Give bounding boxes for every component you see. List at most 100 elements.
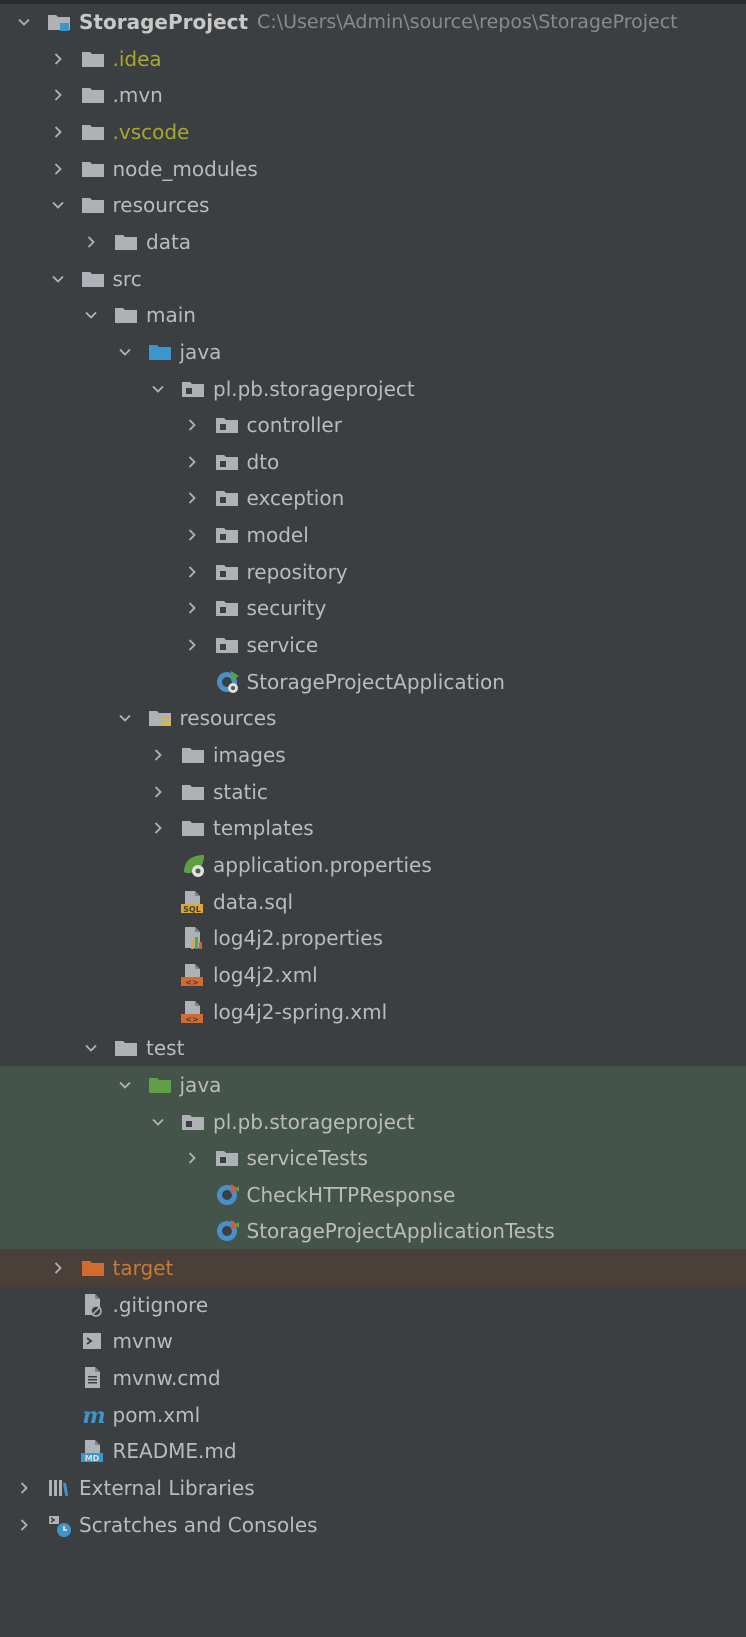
tree-node-log4j2-xml[interactable]: <> log4j2.xml xyxy=(0,956,746,994)
chevron-right-icon[interactable] xyxy=(185,626,199,664)
tree-node-mvnw[interactable]: mvnw xyxy=(0,1322,746,1360)
chevron-right-icon[interactable] xyxy=(51,113,65,151)
tree-node-pl-pb-storageproject[interactable]: pl.pb.storageproject xyxy=(0,370,746,408)
chevron-down-icon[interactable] xyxy=(17,3,31,41)
chevron-down-icon[interactable] xyxy=(118,1066,132,1104)
chevron-right-icon[interactable] xyxy=(151,736,165,774)
tree-node-label: main xyxy=(146,303,196,328)
tree-node-mvn[interactable]: .mvn xyxy=(0,76,746,114)
tree-node-label: README.md xyxy=(112,1439,237,1464)
tree-node-mvnw-cmd[interactable]: mvnw.cmd xyxy=(0,1359,746,1397)
svg-text:SQL: SQL xyxy=(183,905,201,914)
tree-node-label: Scratches and Consoles xyxy=(79,1512,318,1537)
tree-node-exception[interactable]: exception xyxy=(0,479,746,517)
package-icon xyxy=(215,406,241,444)
tree-node-label: .mvn xyxy=(112,83,163,108)
svg-text:MD: MD xyxy=(84,1454,99,1463)
tree-node-test[interactable]: test xyxy=(0,1029,746,1067)
chevron-right-icon[interactable] xyxy=(151,773,165,811)
chevron-right-icon[interactable] xyxy=(151,809,165,847)
tree-node-label: CheckHTTPResponse xyxy=(246,1182,456,1207)
test-class-icon xyxy=(215,1212,241,1250)
tree-node-application-properties[interactable]: application.properties xyxy=(0,846,746,884)
tree-node-label: pom.xml xyxy=(112,1402,201,1427)
test-source-folder-icon xyxy=(148,1066,174,1104)
chevron-right-icon[interactable] xyxy=(185,516,199,554)
chevron-right-icon[interactable] xyxy=(17,1506,31,1544)
chevron-down-icon[interactable] xyxy=(84,1029,98,1067)
tree-node-idea[interactable]: .idea xyxy=(0,40,746,78)
tree-node-label: service xyxy=(246,633,319,658)
text-file-icon xyxy=(81,1359,107,1397)
tree-node-target[interactable]: target xyxy=(0,1249,746,1288)
tree-node-vscode[interactable]: .vscode xyxy=(0,113,746,151)
tree-node-label: dto xyxy=(246,449,280,474)
tree-node-storageprojectapplication[interactable]: StorageProjectApplication xyxy=(0,663,746,701)
chevron-right-icon[interactable] xyxy=(51,40,65,78)
folder-icon xyxy=(114,223,140,261)
chevron-down-icon[interactable] xyxy=(118,333,132,371)
tree-node-resources[interactable]: resources xyxy=(0,699,746,737)
tree-node-label: data.sql xyxy=(213,889,294,914)
package-icon xyxy=(215,443,241,481)
chevron-down-icon[interactable] xyxy=(51,186,65,224)
tree-node-service[interactable]: service xyxy=(0,626,746,664)
tree-node-label: node_modules xyxy=(112,156,258,181)
chevron-down-icon[interactable] xyxy=(51,260,65,298)
chevron-right-icon[interactable] xyxy=(185,479,199,517)
tree-node-label: mvnw xyxy=(112,1329,173,1354)
tree-node-repository[interactable]: repository xyxy=(0,553,746,591)
folder-icon xyxy=(81,113,107,151)
chevron-down-icon[interactable] xyxy=(151,370,165,408)
chevron-down-icon[interactable] xyxy=(118,699,132,737)
chevron-down-icon[interactable] xyxy=(84,296,98,334)
tree-node-controller[interactable]: controller xyxy=(0,406,746,444)
package-icon xyxy=(181,1103,207,1141)
tree-node-images[interactable]: images xyxy=(0,736,746,774)
tree-node-checkhttpresponse[interactable]: CheckHTTPResponse xyxy=(0,1175,746,1214)
chevron-right-icon[interactable] xyxy=(17,1469,31,1507)
tree-node-data[interactable]: data xyxy=(0,223,746,261)
project-tree[interactable]: StorageProject C:\Users\Admin\source\repo… xyxy=(0,4,746,1637)
tree-node-log4j2-properties[interactable]: log4j2.properties xyxy=(0,919,746,957)
tree-node-dto[interactable]: dto xyxy=(0,443,746,481)
tree-node-readme-md[interactable]: MD README.md xyxy=(0,1432,746,1470)
tree-node-src[interactable]: src xyxy=(0,260,746,298)
package-icon xyxy=(215,479,241,517)
tree-node-label: test xyxy=(146,1036,185,1061)
tree-node-external-libraries[interactable]: External Libraries xyxy=(0,1469,746,1507)
tree-node-log4j2-spring-xml[interactable]: <> log4j2-spring.xml xyxy=(0,993,746,1031)
tree-node-data-sql[interactable]: SQL data.sql xyxy=(0,883,746,921)
tree-node-resources[interactable]: resources xyxy=(0,186,746,224)
tree-node-pom-xml[interactable]: m pom.xml xyxy=(0,1396,746,1434)
tree-node-scratches-and-consoles[interactable]: Scratches and Consoles xyxy=(0,1506,746,1544)
tree-node-storageproject[interactable]: StorageProject C:\Users\Admin\source\repo… xyxy=(0,3,746,41)
project-path: C:\Users\Admin\source\repos\StorageProje… xyxy=(257,11,678,33)
chevron-down-icon[interactable] xyxy=(151,1103,165,1141)
package-icon xyxy=(215,1139,241,1177)
tree-node-label: .gitignore xyxy=(112,1292,209,1317)
tree-node-templates[interactable]: templates xyxy=(0,809,746,847)
chevron-right-icon[interactable] xyxy=(185,406,199,444)
tree-node-storageprojectapplicationtests[interactable]: StorageProjectApplicationTests xyxy=(0,1212,746,1251)
tree-node-pl-pb-storageproject[interactable]: pl.pb.storageproject xyxy=(0,1102,746,1141)
tree-node-servicetests[interactable]: serviceTests xyxy=(0,1139,746,1178)
chevron-right-icon[interactable] xyxy=(51,150,65,188)
tree-node-main[interactable]: main xyxy=(0,296,746,334)
tree-node-label: controller xyxy=(246,413,342,438)
tree-node-label: java xyxy=(179,1072,222,1097)
tree-node-security[interactable]: security xyxy=(0,589,746,627)
chevron-right-icon[interactable] xyxy=(185,553,199,591)
tree-node-model[interactable]: model xyxy=(0,516,746,554)
chevron-right-icon[interactable] xyxy=(51,76,65,114)
tree-node-gitignore[interactable]: .gitignore xyxy=(0,1286,746,1324)
tree-node-static[interactable]: static xyxy=(0,773,746,811)
chevron-right-icon[interactable] xyxy=(185,443,199,481)
tree-node-node-modules[interactable]: node_modules xyxy=(0,150,746,188)
tree-node-java[interactable]: java xyxy=(0,333,746,371)
chevron-right-icon[interactable] xyxy=(51,1249,65,1287)
chevron-right-icon[interactable] xyxy=(185,589,199,627)
tree-node-java[interactable]: java xyxy=(0,1065,746,1104)
chevron-right-icon[interactable] xyxy=(84,223,98,261)
chevron-right-icon[interactable] xyxy=(185,1139,199,1177)
